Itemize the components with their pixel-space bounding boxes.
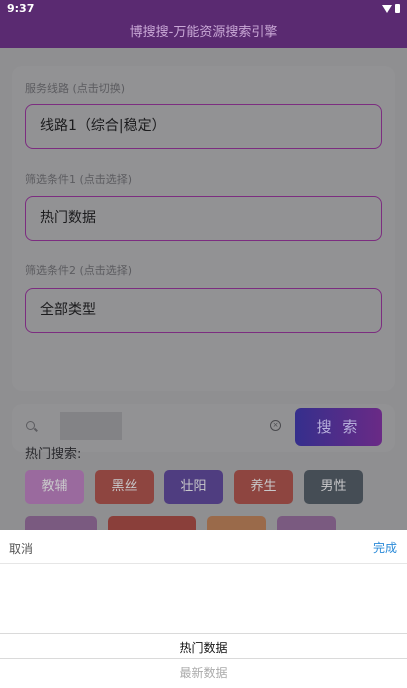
filter2-select[interactable]: 全部类型 xyxy=(25,288,382,333)
status-time: 9:37 xyxy=(7,2,35,15)
filter2-label: 筛选条件2 (点击选择) xyxy=(25,264,133,277)
battery-icon xyxy=(395,4,400,13)
hot-search-title: 热门搜索: xyxy=(25,447,82,462)
picker-highlight-top xyxy=(0,633,407,634)
route-label: 服务线路 (点击切换) xyxy=(25,82,126,95)
picker-cancel-button[interactable]: 取消 xyxy=(9,540,33,557)
wifi-icon xyxy=(382,4,392,13)
hot-tag[interactable]: 壮阳 xyxy=(164,470,223,504)
picker-option[interactable]: 最新数据 xyxy=(0,664,407,681)
status-bar: 9:37 xyxy=(0,0,407,18)
picker-option-selected[interactable]: 热门数据 xyxy=(0,639,407,656)
hot-tag[interactable]: 养生 xyxy=(234,470,293,504)
search-icon xyxy=(26,421,35,430)
main-content: 服务线路 (点击切换) 线路1（综合|稳定） 筛选条件1 (点击选择) 热门数据… xyxy=(0,48,407,550)
filter1-select[interactable]: 热门数据 xyxy=(25,196,382,241)
clear-icon[interactable]: × xyxy=(270,420,281,431)
status-icons xyxy=(382,4,400,13)
picker-highlight-bottom xyxy=(0,658,407,659)
app-title: 博搜搜-万能资源搜索引擎 xyxy=(0,18,407,48)
filter-picker-sheet: 取消 完成 热门数据 最新数据 xyxy=(0,530,407,688)
filter1-label: 筛选条件1 (点击选择) xyxy=(25,173,133,186)
hot-tag[interactable]: 教辅 xyxy=(25,470,84,504)
route-select[interactable]: 线路1（综合|稳定） xyxy=(25,104,382,149)
search-input[interactable] xyxy=(60,411,120,441)
picker-done-button[interactable]: 完成 xyxy=(373,539,397,556)
picker-toolbar: 取消 完成 xyxy=(0,530,407,564)
search-button[interactable]: 搜 索 xyxy=(295,408,382,446)
hot-tag[interactable]: 男性 xyxy=(304,470,363,504)
hot-tag[interactable]: 黑丝 xyxy=(95,470,154,504)
